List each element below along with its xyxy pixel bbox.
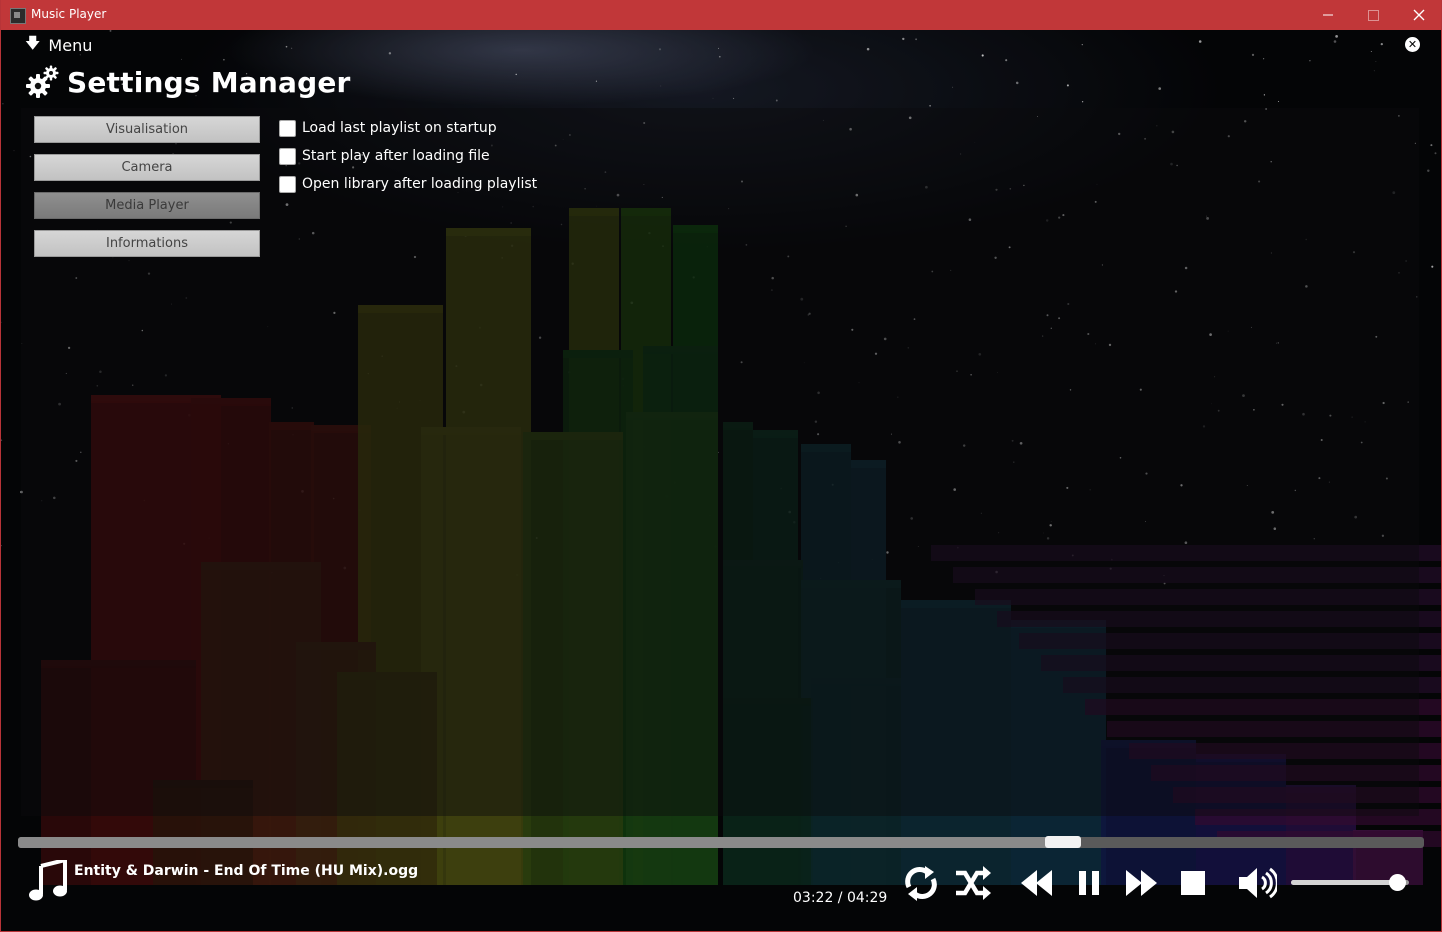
stop-icon bbox=[1181, 871, 1205, 895]
title-bar[interactable]: Music Player bbox=[1, 0, 1441, 30]
track-name: Entity & Darwin - End Of Time (HU Mix).o… bbox=[74, 863, 419, 879]
shuffle-button[interactable] bbox=[953, 863, 993, 903]
option-label: Start play after loading file bbox=[302, 148, 490, 164]
checkbox[interactable] bbox=[279, 147, 296, 165]
time-readout: 03:22 / 04:29 bbox=[793, 890, 888, 906]
tab-visualisation[interactable]: Visualisation bbox=[34, 116, 260, 143]
pause-icon bbox=[1079, 871, 1099, 895]
close-window-button[interactable] bbox=[1396, 0, 1441, 30]
stop-button[interactable] bbox=[1173, 863, 1213, 903]
minimize-icon bbox=[1323, 14, 1333, 16]
option-label: Open library after loading playlist bbox=[302, 176, 538, 192]
panel-header: Settings Manager bbox=[25, 65, 351, 99]
close-circle-icon[interactable]: ✕ bbox=[1405, 37, 1420, 52]
rewind-icon bbox=[1021, 870, 1052, 896]
tab-informations[interactable]: Informations bbox=[34, 230, 260, 257]
option-open-library[interactable]: Open library after loading playlist bbox=[279, 170, 537, 198]
seek-bar[interactable] bbox=[18, 836, 1424, 848]
checkbox[interactable] bbox=[279, 119, 296, 137]
volume-slider-handle[interactable] bbox=[1388, 874, 1406, 891]
fast-forward-icon bbox=[1126, 870, 1157, 896]
maximize-button[interactable] bbox=[1350, 0, 1396, 30]
menu-label: Menu bbox=[48, 36, 93, 55]
arrow-down-icon: 🡇 bbox=[25, 34, 41, 52]
menu-toggle[interactable]: 🡇 Menu bbox=[25, 33, 92, 58]
rewind-button[interactable] bbox=[1017, 863, 1057, 903]
volume-slider[interactable] bbox=[1291, 874, 1409, 891]
music-note-icon bbox=[29, 860, 67, 901]
repeat-icon bbox=[905, 866, 937, 901]
volume-button[interactable] bbox=[1237, 863, 1279, 903]
media-player-options: Load last playlist on startup Start play… bbox=[279, 114, 537, 198]
visualisation-viewport[interactable]: 🡇 Menu ✕ Settings Manager Visualisation … bbox=[1, 30, 1441, 931]
pause-button[interactable] bbox=[1069, 863, 1109, 903]
maximize-icon bbox=[1367, 9, 1379, 21]
shuffle-icon bbox=[956, 866, 991, 900]
option-load-last-playlist[interactable]: Load last playlist on startup bbox=[279, 114, 537, 142]
close-icon bbox=[1413, 9, 1425, 21]
repeat-button[interactable] bbox=[901, 863, 941, 903]
settings-tabs: Visualisation Camera Media Player Inform… bbox=[34, 116, 260, 268]
window-title: Music Player bbox=[31, 7, 107, 21]
tab-camera[interactable]: Camera bbox=[34, 154, 260, 181]
app-window: Music Player 🡇 Menu ✕ Settings Manager V… bbox=[0, 0, 1442, 932]
option-label: Load last playlist on startup bbox=[302, 120, 497, 136]
seek-bar-handle[interactable] bbox=[1044, 836, 1081, 848]
volume-slider-fill bbox=[1291, 880, 1398, 885]
app-icon bbox=[10, 8, 26, 24]
gears-icon bbox=[26, 65, 59, 98]
checkbox[interactable] bbox=[279, 175, 296, 193]
fast-forward-button[interactable] bbox=[1121, 863, 1161, 903]
seek-bar-fill bbox=[18, 837, 1063, 848]
volume-icon bbox=[1239, 867, 1279, 899]
option-start-play[interactable]: Start play after loading file bbox=[279, 142, 537, 170]
page-title: Settings Manager bbox=[67, 65, 351, 99]
minimize-button[interactable] bbox=[1305, 0, 1351, 30]
tab-media-player[interactable]: Media Player bbox=[34, 192, 260, 219]
